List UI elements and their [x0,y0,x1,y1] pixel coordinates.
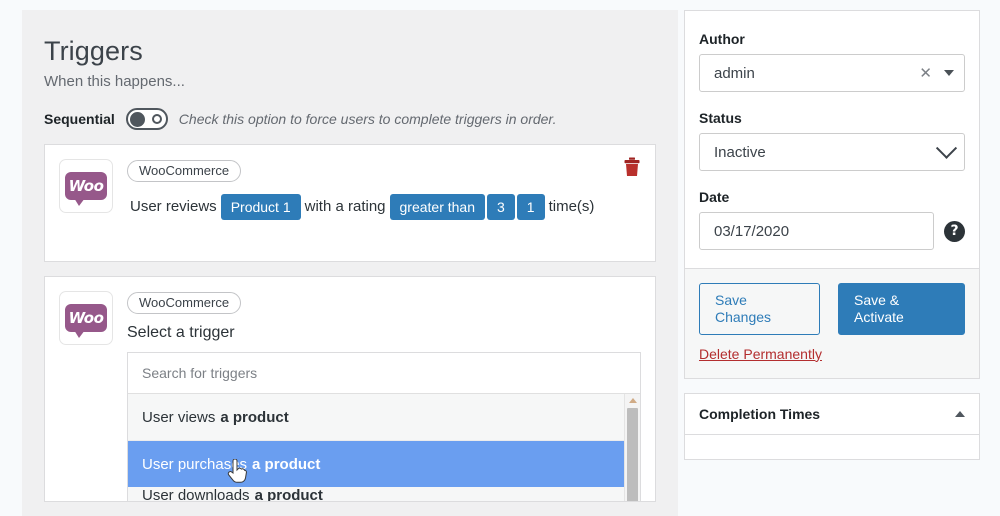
status-label: Status [699,110,742,126]
sequential-row: Sequential Check this option to force us… [44,108,656,131]
woo-bubble-shape: Woo [65,172,107,207]
woocommerce-icon: Woo [59,291,113,346]
sentence-text: time(s) [548,198,595,216]
toggle-off-ring-icon [151,114,162,125]
help-icon[interactable]: ? [944,220,965,242]
select-trigger-heading: Select a trigger [127,324,235,342]
date-row: 03/17/2020 ? [699,212,965,250]
sequential-label: Sequential [44,111,115,128]
caret-down-icon[interactable] [944,70,954,76]
scrollbar-thumb[interactable] [627,408,638,502]
publish-actions: Save Changes Save & Activate Delete Perm… [685,268,979,378]
publish-sidebar: Author admin ✕ Status Inactive Date 03/1… [684,10,980,460]
trigger-sentence: User reviews Product 1 with a rating greate… [127,190,641,224]
scroll-up-arrow-icon[interactable] [628,398,637,404]
token-rating-value[interactable]: 3 [487,193,515,221]
dropdown-scrollbar[interactable] [624,394,640,502]
completion-times-header[interactable]: Completion Times [685,394,979,435]
list-item[interactable]: User downloads a product [128,487,640,502]
date-input[interactable]: 03/17/2020 [699,212,934,250]
option-bold: a product [252,455,321,473]
author-value: admin [714,64,755,82]
woo-logo-text: Woo [68,176,104,195]
woo-logo-text: Woo [68,308,104,327]
option-prefix: User views [142,408,216,426]
trigger-options-list: User views a product User purchases a pr… [128,394,640,502]
author-select[interactable]: admin ✕ [699,54,965,92]
page-title: Triggers [44,36,143,66]
token-times[interactable]: 1 [516,193,545,221]
author-label: Author [699,31,745,47]
token-product[interactable]: Product 1 [220,193,301,221]
status-select[interactable]: Inactive [699,133,965,171]
save-changes-button[interactable]: Save Changes [699,283,820,335]
date-value: 03/17/2020 [714,222,790,240]
publish-card: Author admin ✕ Status Inactive Date 03/1… [684,10,980,379]
status-value: Inactive [714,143,766,161]
option-prefix: User downloads [142,487,250,503]
trigger-card-body: WooCommerce Select a trigger Search for … [127,291,641,502]
option-prefix: User purchases [142,455,248,473]
page-subtitle: When this happens... [44,73,185,91]
trigger-card-new: Woo WooCommerce Select a trigger Search … [44,276,656,503]
list-item[interactable]: User views a product [128,394,640,442]
completion-times-title: Completion Times [699,405,821,422]
triggers-panel: Triggers When this happens... Sequential… [22,10,678,516]
woocommerce-icon: Woo [59,159,113,214]
woo-bubble-shape: Woo [65,304,107,339]
trigger-dropdown: Search for triggers User views a product… [127,352,641,502]
toggle-knob [129,111,145,127]
search-input[interactable]: Search for triggers [128,353,640,395]
integration-badge: WooCommerce [127,292,242,315]
action-button-row: Save Changes Save & Activate [699,283,965,335]
sentence-text: with a rating [304,198,386,216]
publish-card-body: Author admin ✕ Status Inactive Date 03/1… [685,11,979,268]
trigger-card-body: WooCommerce User reviews Product 1 with a … [127,159,641,247]
caret-up-icon[interactable] [955,410,965,417]
completion-times-body [685,434,979,459]
chevron-down-icon[interactable] [935,137,958,159]
trash-icon[interactable] [623,157,641,177]
completion-times-panel: Completion Times [684,392,980,460]
close-icon[interactable]: ✕ [919,64,932,82]
screen-root: Triggers When this happens... Sequential… [0,0,1000,516]
sequential-description: Check this option to force users to comp… [178,111,557,128]
save-activate-button[interactable]: Save & Activate [837,283,965,335]
integration-badge: WooCommerce [127,160,242,183]
date-label: Date [699,189,730,205]
list-item-selected[interactable]: User purchases a product [128,441,640,488]
token-comparison[interactable]: greater than [389,193,485,221]
option-bold: a product [220,408,289,426]
option-bold: a product [254,487,323,503]
trigger-card: Woo WooCommerce User reviews Product 1 wit… [44,144,656,263]
sentence-text: User reviews [130,198,217,216]
delete-permanently-link[interactable]: Delete Permanently [699,346,822,362]
sequential-toggle[interactable] [125,108,168,131]
